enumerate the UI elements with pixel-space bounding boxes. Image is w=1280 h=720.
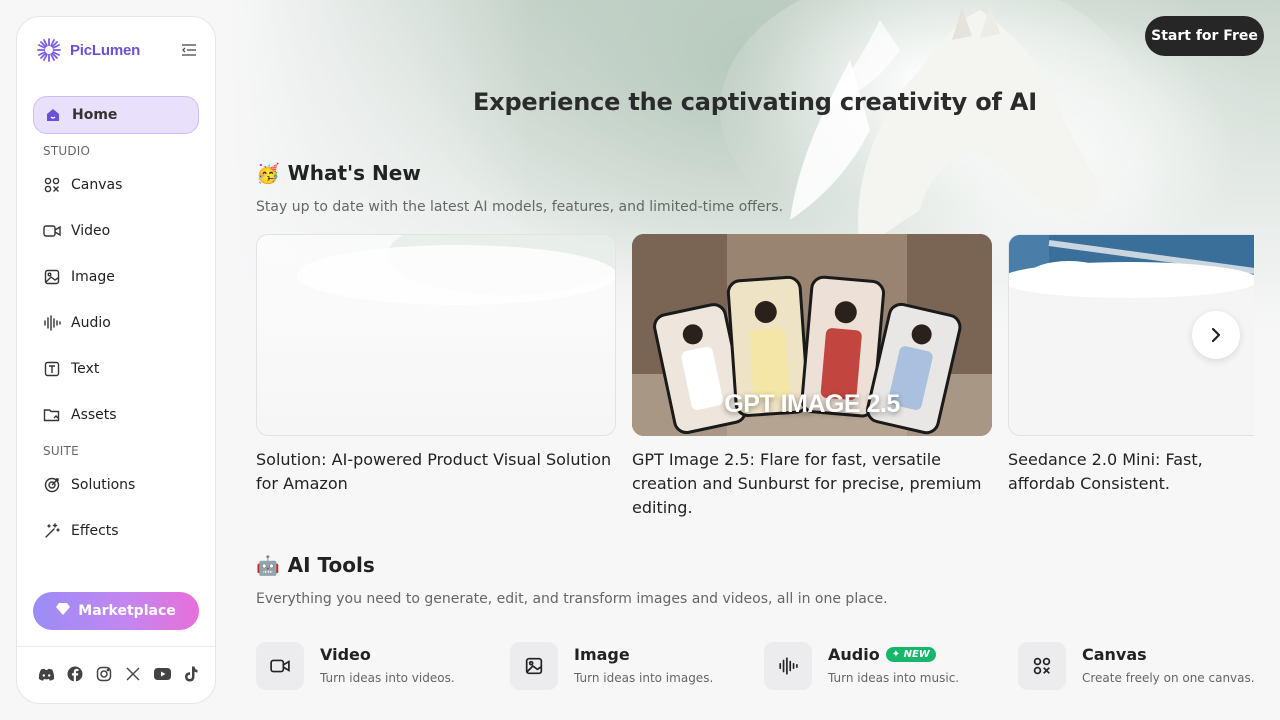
canvas-icon — [43, 176, 61, 194]
piclumen-logo-icon — [37, 38, 61, 62]
carousel-next-button[interactable] — [1192, 311, 1240, 359]
youtube-icon[interactable] — [153, 665, 171, 683]
sidebar-item-solutions[interactable]: Solutions — [33, 466, 199, 504]
ai-tools-heading: 🤖 AI Tools — [256, 553, 375, 577]
sidebar-item-label: Image — [71, 269, 115, 285]
sidebar-item-home[interactable]: Home — [33, 96, 199, 134]
tool-video[interactable]: Video Turn ideas into videos. — [256, 642, 510, 690]
chevron-right-icon — [1211, 327, 1221, 343]
tool-name: Video — [320, 645, 371, 664]
tiktok-icon[interactable] — [182, 665, 200, 683]
studio-section-label: STUDIO — [43, 144, 91, 158]
gem-icon — [56, 603, 71, 619]
sidebar-item-audio[interactable]: Audio — [33, 304, 199, 342]
image-icon — [510, 642, 558, 690]
sidebar-item-canvas[interactable]: Canvas — [33, 166, 199, 204]
sidebar-item-assets[interactable]: Assets — [33, 396, 199, 434]
marketplace-label: Marketplace — [78, 603, 176, 619]
new-badge: ✦ NEW — [885, 647, 936, 662]
news-card-caption[interactable]: GPT Image 2.5: Flare for fast, versatile… — [632, 448, 992, 520]
canvas-icon — [1018, 642, 1066, 690]
audio-icon — [43, 314, 61, 332]
sidebar-divider — [17, 646, 215, 647]
ai-tools-title: AI Tools — [287, 553, 375, 577]
sidebar-item-label: Audio — [71, 315, 111, 331]
marketplace-button[interactable]: Marketplace — [33, 592, 199, 630]
sidebar-item-label: Solutions — [71, 477, 136, 493]
tool-canvas[interactable]: Canvas Create freely on one canvas. — [1018, 642, 1272, 690]
video-icon — [43, 222, 61, 240]
sidebar-item-label: Text — [71, 361, 100, 377]
instagram-icon[interactable] — [95, 665, 113, 683]
tool-name: Canvas — [1082, 645, 1147, 664]
x-icon[interactable] — [124, 665, 142, 683]
sidebar-item-text[interactable]: Text — [33, 350, 199, 388]
sidebar: PicLumen Home STUDIO Canvas Video Image … — [16, 16, 216, 704]
text-icon — [43, 360, 61, 378]
whats-new-subtitle: Stay up to date with the latest AI model… — [256, 199, 784, 215]
party-emoji-icon: 🥳 — [256, 162, 280, 185]
video-icon — [256, 642, 304, 690]
robot-emoji-icon: 🤖 — [256, 554, 280, 577]
home-icon — [44, 106, 62, 124]
sidebar-item-label: Assets — [71, 407, 117, 423]
tool-description: Turn ideas into images. — [574, 671, 714, 685]
sidebar-item-label: Home — [72, 107, 118, 123]
social-links — [37, 665, 200, 683]
suite-section-label: SUITE — [43, 444, 79, 458]
whats-new-title: What's New — [287, 161, 421, 185]
sidebar-item-video[interactable]: Video — [33, 212, 199, 250]
tool-audio[interactable]: Audio ✦ NEW Turn ideas into music. — [764, 642, 1018, 690]
folder-icon — [43, 406, 61, 424]
news-card-amazon-solution[interactable] — [256, 234, 616, 436]
card-image-placeholder — [297, 235, 615, 305]
gpt-image-overlay-text: GPT IMAGE 2.5 — [724, 390, 900, 418]
whats-new-heading: 🥳 What's New — [256, 161, 421, 185]
tool-description: Turn ideas into music. — [828, 671, 960, 685]
sidebar-item-label: Video — [71, 223, 111, 239]
hero-title: Experience the captivating creativity of… — [472, 88, 1038, 116]
image-icon — [43, 268, 61, 286]
ai-tools-subtitle: Everything you need to generate, edit, a… — [256, 591, 888, 607]
horse-hero-image — [720, 0, 1140, 250]
sidebar-item-effects[interactable]: Effects — [33, 512, 199, 550]
facebook-icon[interactable] — [66, 665, 84, 683]
sidebar-item-image[interactable]: Image — [33, 258, 199, 296]
magic-wand-icon — [43, 522, 61, 540]
target-icon — [43, 476, 61, 494]
piclumen-logo[interactable]: PicLumen — [36, 37, 140, 63]
brand-name: PicLumen — [70, 41, 141, 59]
start-for-free-button[interactable]: Start for Free — [1145, 16, 1264, 56]
sidebar-item-label: Canvas — [71, 177, 123, 193]
new-badge-label: NEW — [903, 649, 930, 660]
sidebar-item-label: Effects — [71, 523, 119, 539]
caption-text: Seedance 2.0 Mini: Fast, affordab Consis… — [1008, 450, 1203, 493]
news-card-caption[interactable]: Solution: AI-powered Product Visual Solu… — [256, 448, 616, 496]
tool-name: Image — [574, 645, 630, 664]
tool-image[interactable]: Image Turn ideas into images. — [510, 642, 764, 690]
news-card-caption[interactable]: Seedance 2.0 Mini: Fast, affordab Consis… — [1008, 448, 1280, 496]
tool-description: Turn ideas into videos. — [320, 671, 455, 685]
audio-icon — [764, 642, 812, 690]
news-card-gpt-image[interactable]: GPT IMAGE 2.5 — [632, 234, 992, 436]
tool-name: Audio — [828, 645, 880, 664]
logo-row: PicLumen — [33, 33, 199, 67]
collapse-sidebar-icon[interactable] — [179, 40, 199, 60]
ai-tools-list: Video Turn ideas into videos. Image Turn… — [256, 642, 1272, 690]
discord-icon[interactable] — [37, 665, 55, 683]
tool-description: Create freely on one canvas. — [1082, 671, 1255, 685]
